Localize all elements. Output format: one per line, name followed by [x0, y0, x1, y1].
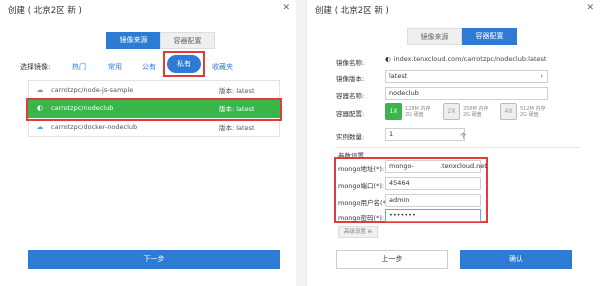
- instances-unit: 个: [460, 132, 467, 140]
- mongo-password-input[interactable]: •••••••: [385, 209, 481, 222]
- category-private[interactable]: 私有: [167, 55, 201, 73]
- codeship-icon: ◐: [385, 55, 391, 63]
- category-common[interactable]: 常用: [108, 62, 122, 72]
- confirm-button[interactable]: 确认: [460, 250, 572, 269]
- container-name-input[interactable]: nodeclub: [385, 87, 548, 100]
- chevron-right-icon: ›: [540, 72, 543, 80]
- image-name: carrotzpc/docker-nodeclub: [51, 123, 138, 131]
- mongo-user-input[interactable]: admin: [385, 194, 481, 207]
- config-size: 2X: [443, 103, 460, 120]
- config-option-1x[interactable]: 1X 128M 内存 2G 硬盘: [385, 103, 430, 120]
- divider: [336, 147, 580, 148]
- tab-image-source[interactable]: 镜像来源: [407, 28, 462, 45]
- prev-button[interactable]: 上一步: [336, 250, 448, 269]
- select-image-label: 选择镜像:: [20, 63, 51, 71]
- mongo-password-label: mongo密码(*):: [338, 214, 385, 222]
- config-size: 1X: [385, 103, 402, 120]
- image-name-value: ◐ index.tenxcloud.com/carrotzpc/nodeclub:…: [385, 55, 547, 63]
- mongo-user-label: mongo用户名(*):: [338, 199, 391, 207]
- category-favorites[interactable]: 收藏夹: [212, 62, 233, 72]
- container-name-label: 容器名称:: [336, 92, 365, 100]
- panel-gap: [296, 0, 306, 286]
- close-icon[interactable]: ✕: [282, 3, 290, 13]
- advanced-settings-button[interactable]: 高级设置 ⊕: [338, 226, 378, 238]
- close-icon[interactable]: ✕: [586, 3, 594, 13]
- tab-container-config[interactable]: 容器配置: [462, 28, 517, 45]
- instances-label: 实例数量:: [336, 133, 365, 141]
- next-button[interactable]: 下一步: [28, 250, 280, 269]
- config-size: 4X: [500, 103, 517, 120]
- image-version: 版本: latest: [219, 124, 255, 132]
- mongo-host-input[interactable]: mongo- .tenxcloud.net: [385, 160, 487, 173]
- container-config-label: 容器配置:: [336, 110, 365, 118]
- instances-input[interactable]: 1: [385, 128, 465, 141]
- image-name: carrotzpc/node-js-sample: [51, 85, 134, 94]
- selected-row-highlight: [26, 98, 282, 121]
- category-public[interactable]: 公有: [142, 62, 156, 72]
- list-item[interactable]: ☁ carrotzpc/node-js-sample 版本: latest: [28, 80, 280, 99]
- image-version-select[interactable]: latest ›: [385, 70, 548, 83]
- category-hot[interactable]: 热门: [72, 62, 86, 72]
- image-version: 版本: latest: [219, 86, 255, 95]
- config-option-2x[interactable]: 2X 256M 内存 2G 硬盘: [443, 103, 488, 120]
- mongo-port-label: mongo端口(*):: [338, 182, 385, 190]
- mongo-host-label: mongo地址(*):: [338, 165, 385, 173]
- right-dialog: 创建 ( 北京2区 新 ) ✕ 镜像来源 容器配置: [306, 0, 600, 286]
- left-dialog: 创建 ( 北京2区 新 ) ✕ 镜像来源 容器配置 选择镜像: 热门 常用 公有…: [0, 0, 296, 286]
- cloud-icon: ☁: [36, 85, 44, 94]
- image-version-label: 镜像版本:: [336, 75, 365, 83]
- dialog-title: 创建 ( 北京2区 新 ): [8, 6, 82, 16]
- mongo-port-input[interactable]: 45464: [385, 177, 481, 190]
- dialog-title: 创建 ( 北京2区 新 ): [315, 6, 389, 16]
- config-option-4x[interactable]: 4X 512M 内存 2G 硬盘: [500, 103, 545, 120]
- tab-container-config[interactable]: 容器配置: [160, 32, 215, 49]
- tab-image-source[interactable]: 镜像来源: [106, 32, 161, 49]
- image-name-label: 镜像名称:: [336, 59, 365, 67]
- cloud-icon: ☁: [36, 123, 44, 131]
